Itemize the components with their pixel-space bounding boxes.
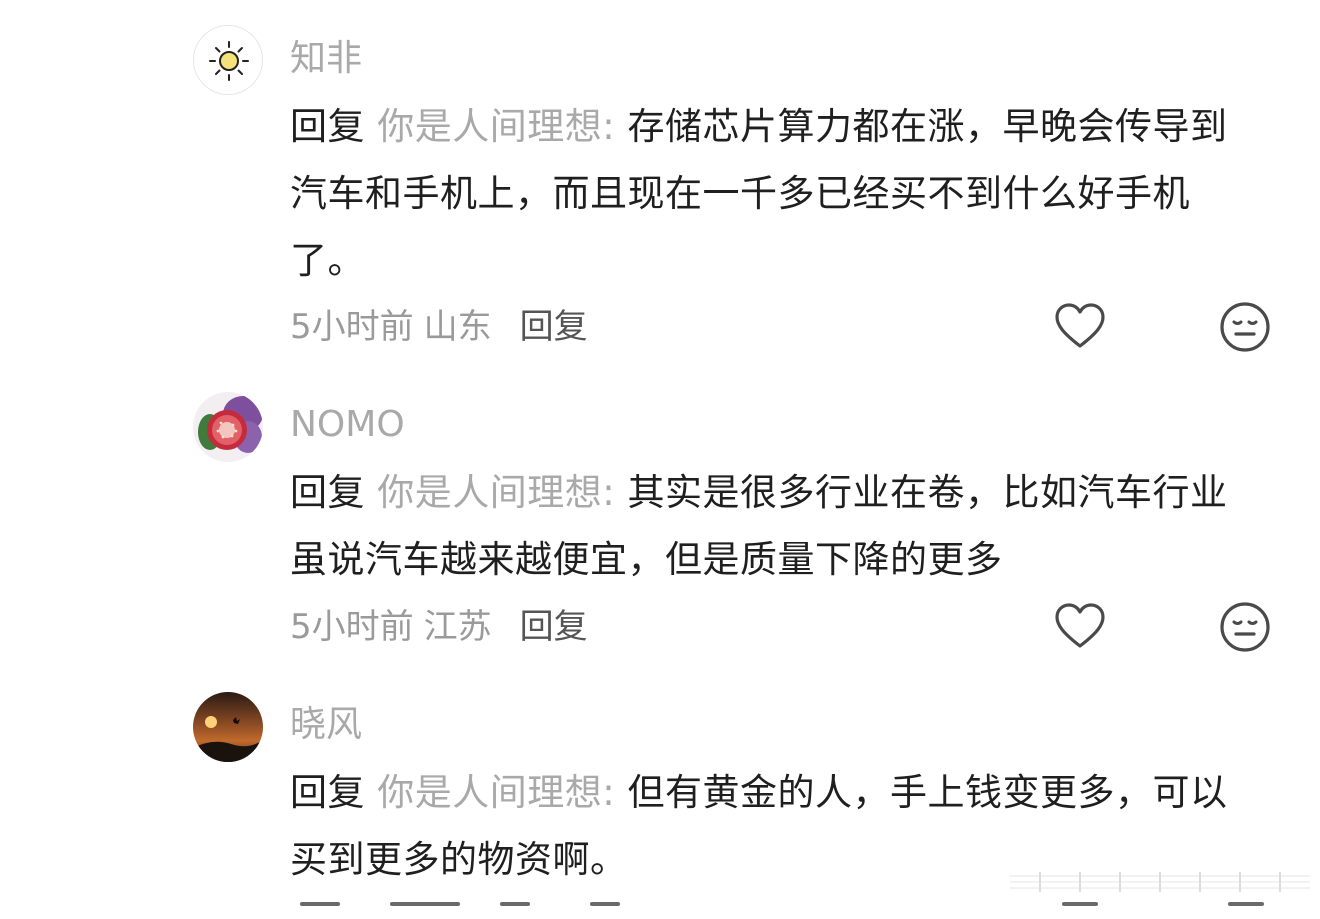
reply-prefix: 回复	[290, 771, 378, 814]
sunset-icon	[193, 692, 263, 762]
neutral-face-icon	[1220, 302, 1270, 352]
avatar[interactable]	[193, 692, 263, 762]
heart-icon	[1055, 303, 1105, 348]
clipped-next-row	[0, 902, 1320, 919]
location: 江苏	[423, 607, 492, 647]
clipped-text-fragment	[300, 902, 340, 906]
clipped-icon-fragment	[1062, 902, 1098, 906]
neutral-face-icon	[1220, 602, 1270, 652]
clipped-text-fragment	[390, 902, 460, 906]
reply-button[interactable]: 回复	[520, 307, 588, 347]
username[interactable]: NOMO	[290, 403, 405, 447]
reply-button[interactable]: 回复	[520, 607, 588, 647]
like-button[interactable]	[1053, 300, 1107, 354]
watermark-pattern	[1010, 870, 1310, 894]
comment-text: 回复 你是人间理想: 其实是很多行业在卷，比如汽车行业 虽说汽车越来越便宜，但是…	[290, 459, 1260, 593]
comment-list: 知非 回复 你是人间理想: 存储芯片算力都在涨，早晚会传导到汽车和手机上，而且现…	[0, 0, 1320, 919]
fig-icon	[193, 392, 263, 462]
reply-prefix: 回复	[290, 471, 378, 514]
reply-separator: :	[602, 471, 628, 514]
reply-prefix: 回复	[290, 105, 378, 148]
reply-separator: :	[602, 105, 628, 148]
location: 山东	[423, 307, 492, 347]
dislike-button[interactable]	[1218, 300, 1272, 354]
clipped-text-fragment	[590, 902, 620, 906]
username[interactable]: 晓风	[290, 703, 362, 747]
reply-separator: :	[602, 771, 628, 814]
dislike-button[interactable]	[1218, 600, 1272, 654]
reply-target-user[interactable]: 你是人间理想	[377, 105, 602, 148]
comment-meta: 5小时前 江苏 回复	[290, 605, 588, 649]
heart-icon	[1055, 603, 1105, 648]
clipped-text-fragment	[500, 902, 530, 906]
timestamp: 5小时前	[290, 607, 414, 647]
clipped-icon-fragment	[1228, 902, 1264, 906]
reply-target-user[interactable]: 你是人间理想	[377, 471, 602, 514]
comment-meta: 5小时前 山东 回复	[290, 305, 588, 349]
avatar[interactable]	[193, 392, 263, 462]
comment-text: 回复 你是人间理想: 存储芯片算力都在涨，早晚会传导到汽车和手机上，而且现在一千…	[290, 93, 1260, 294]
avatar[interactable]	[193, 25, 263, 95]
like-button[interactable]	[1053, 600, 1107, 654]
timestamp: 5小时前	[290, 307, 414, 347]
username[interactable]: 知非	[290, 37, 362, 81]
sun-icon	[209, 41, 249, 81]
reply-target-user[interactable]: 你是人间理想	[377, 771, 602, 814]
